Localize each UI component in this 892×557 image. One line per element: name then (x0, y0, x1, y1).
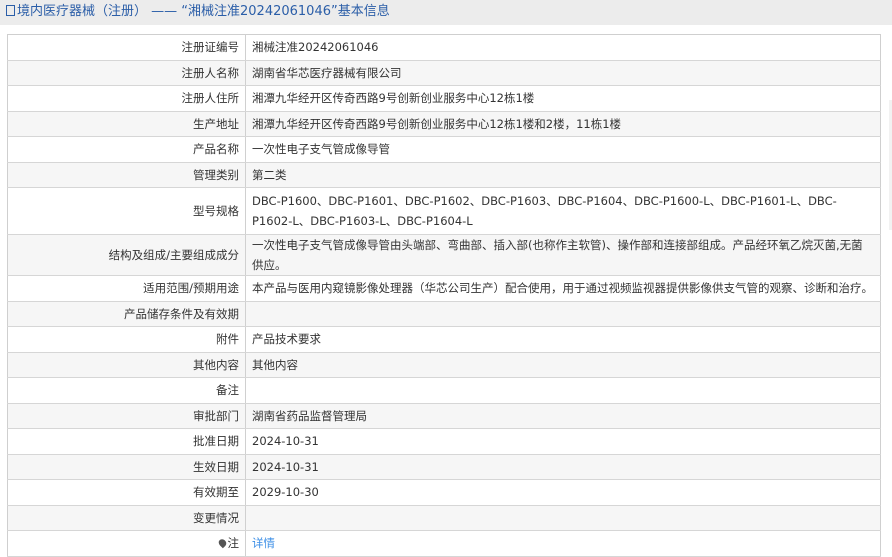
row-label: 产品储存条件及有效期 (7, 301, 246, 327)
row-value (245, 301, 881, 327)
row-label: 附件 (7, 326, 246, 353)
table-row: 审批部门 湖南省药品监督管理局 (7, 403, 881, 429)
table-row: 注册证编号 湘械注准20242061046 (7, 34, 881, 61)
row-value: 产品技术要求 (245, 326, 881, 353)
row-label: 生产地址 (7, 111, 246, 137)
note-label: 注 (227, 536, 240, 551)
row-label: 适用范围/预期用途 (7, 275, 246, 302)
row-value: 一次性电子支气管成像导管由头端部、弯曲部、插入部(也称作主软管)、操作部和连接部… (245, 234, 881, 276)
table-row: 变更情况 (7, 505, 881, 531)
row-label: 型号规格 (7, 187, 246, 235)
row-label: 其他内容 (7, 352, 246, 378)
row-value: 2024-10-31 (245, 454, 881, 480)
table-row: 产品储存条件及有效期 (7, 301, 881, 327)
table-row: 产品名称 一次性电子支气管成像导管 (7, 136, 881, 163)
row-label: 备注 (7, 377, 246, 404)
row-value (245, 505, 881, 531)
row-value: 其他内容 (245, 352, 881, 378)
row-label: 管理类别 (7, 162, 246, 188)
row-value: 湘械注准20242061046 (245, 34, 881, 61)
row-value: 湘潭九华经开区传奇西路9号创新创业服务中心12栋1楼和2楼，11栋1楼 (245, 111, 881, 137)
table-row: 型号规格 DBC-P1600、DBC-P1601、DBC-P1602、DBC-P1… (7, 187, 881, 235)
row-value: 湖南省药品监督管理局 (245, 403, 881, 429)
row-value (245, 377, 881, 404)
table-row: 其他内容 其他内容 (7, 352, 881, 378)
row-value: 一次性电子支气管成像导管 (245, 136, 881, 163)
info-table: 注册证编号 湘械注准20242061046 注册人名称 湖南省华芯医疗器械有限公司 注册… (7, 34, 881, 557)
row-value: DBC-P1600、DBC-P1601、DBC-P1602、DBC-P1603、… (245, 187, 881, 235)
row-label: 注册证编号 (7, 34, 246, 61)
row-label: 结构及组成/主要组成成分 (7, 234, 246, 276)
row-label: 有效期至 (7, 479, 246, 506)
table-row: 备注 (7, 377, 881, 404)
row-value: 2024-10-31 (245, 428, 881, 455)
row-value: 本产品与医用内窥镜影像处理器（华芯公司生产）配合使用，用于通过视频监视器提供影像… (245, 275, 881, 302)
pin-icon (216, 537, 228, 549)
row-label: 生效日期 (7, 454, 246, 480)
row-label: 产品名称 (7, 136, 246, 163)
row-label: 批准日期 (7, 428, 246, 455)
row-value: 2029-10-30 (245, 479, 881, 506)
row-label: 注册人住所 (7, 85, 246, 112)
row-label: 注册人名称 (7, 60, 246, 86)
row-label: 审批部门 (7, 403, 246, 429)
row-value: 湘潭九华经开区传奇西路9号创新创业服务中心12栋1楼 (245, 85, 881, 112)
title-text: 境内医疗器械（注册） —— “湘械注准20242061046”基本信息 (17, 4, 390, 19)
row-value: 湖南省华芯医疗器械有限公司 (245, 60, 881, 86)
document-icon (6, 5, 15, 16)
table-row: 附件 产品技术要求 (7, 326, 881, 353)
table-row: 注册人住所 湘潭九华经开区传奇西路9号创新创业服务中心12栋1楼 (7, 85, 881, 112)
table-row: 结构及组成/主要组成成分 一次性电子支气管成像导管由头端部、弯曲部、插入部(也称作… (7, 234, 881, 276)
table-row: 有效期至 2029-10-30 (7, 479, 881, 506)
row-label: 变更情况 (7, 505, 246, 531)
page-title: 境内医疗器械（注册） —— “湘械注准20242061046”基本信息 (0, 0, 892, 25)
table-row: 适用范围/预期用途 本产品与医用内窥镜影像处理器（华芯公司生产）配合使用，用于通过… (7, 275, 881, 302)
table-row: 生产地址 湘潭九华经开区传奇西路9号创新创业服务中心12栋1楼和2楼，11栋1楼 (7, 111, 881, 137)
details-link[interactable]: 详情 (252, 536, 275, 550)
table-row-note: 注详情 (7, 530, 881, 557)
row-label: 注 (7, 530, 246, 557)
table-row: 管理类别 第二类 (7, 162, 881, 188)
table-row: 生效日期 2024-10-31 (7, 454, 881, 480)
table-row: 批准日期 2024-10-31 (7, 428, 881, 455)
row-value: 第二类 (245, 162, 881, 188)
table-row: 注册人名称 湖南省华芯医疗器械有限公司 (7, 60, 881, 86)
